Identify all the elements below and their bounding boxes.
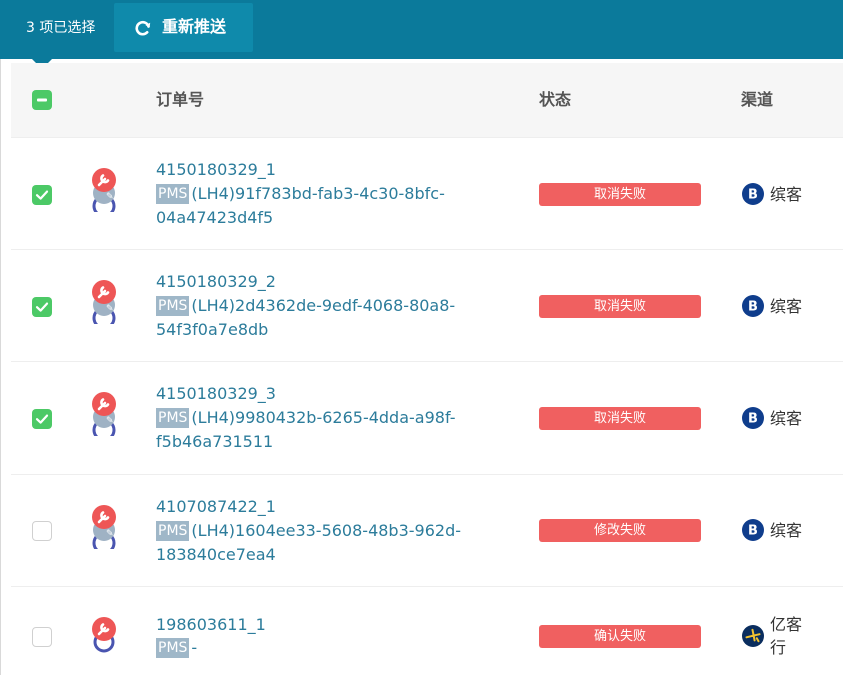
status-badge: 取消失败 — [539, 183, 701, 206]
svg-text:✎: ✎ — [106, 529, 114, 539]
channel-label: 亿客行 — [770, 615, 803, 657]
refresh-icon — [135, 20, 151, 36]
pms-badge: PMS — [156, 521, 190, 541]
booking-b-icon: B — [742, 295, 764, 317]
selection-count: 3 项已选择 — [26, 20, 96, 36]
pms-reference: PMS - — [156, 636, 496, 660]
svg-text:✎: ✎ — [106, 416, 114, 426]
status-badge: 修改失败 — [539, 519, 701, 542]
check-icon — [35, 190, 49, 200]
booking-b-icon: B — [742, 183, 764, 205]
row-checkbox[interactable] — [32, 409, 52, 429]
svg-text:✎: ✎ — [106, 304, 114, 314]
check-icon — [35, 302, 49, 312]
row-checkbox[interactable] — [32, 521, 52, 541]
status-badge: 取消失败 — [539, 407, 701, 430]
pms-badge: PMS — [156, 184, 190, 204]
select-all-checkbox[interactable] — [32, 90, 52, 110]
column-header-order-no[interactable]: 订单号 — [156, 89, 204, 111]
table-row[interactable]: ✎ 4107087422_1 PMS (LH4)1604ee33-5608-48b… — [11, 474, 843, 586]
status-badge: 取消失败 — [539, 295, 701, 318]
table-row[interactable]: 198603611_1 PMS - 确认失败 亿客行 — [11, 586, 843, 675]
pms-badge: PMS — [156, 408, 190, 428]
pms-reference-text: (LH4)9980432b-6265-4dda-a98f-f5b46a73151… — [156, 408, 456, 451]
pms-badge: PMS — [156, 638, 190, 658]
check-icon — [35, 414, 49, 424]
svg-text:B: B — [748, 188, 758, 203]
repush-button[interactable]: 重新推送 — [114, 3, 253, 52]
row-checkbox[interactable] — [32, 627, 52, 647]
status-badge: 确认失败 — [539, 625, 701, 648]
column-header-status[interactable]: 状态 — [539, 89, 571, 111]
booking-b-icon: B — [742, 407, 764, 429]
pms-reference-text: - — [191, 638, 198, 657]
table-row[interactable]: ✎ 4150180329_3 PMS (LH4)9980432b-6265-4dd… — [11, 361, 843, 474]
table-header: 订单号 状态 渠道 — [11, 63, 843, 137]
table-row[interactable]: ✎ 4150180329_2 PMS (LH4)2d4362de-9edf-406… — [11, 249, 843, 361]
channel-label: 缤客 — [770, 297, 803, 316]
order-number-link[interactable]: 4150180329_1 — [156, 158, 276, 182]
column-header-channel[interactable]: 渠道 — [741, 89, 773, 111]
integration-status-icon — [92, 617, 116, 653]
booking-b-icon: B — [742, 519, 764, 541]
integration-status-icon: ✎ — [92, 392, 116, 436]
pms-reference-text: (LH4)91f783bd-fab3-4c30-8bfc-04a47423d4f… — [156, 184, 445, 227]
row-checkbox[interactable] — [32, 297, 52, 317]
repush-button-label: 重新推送 — [162, 17, 227, 36]
pms-badge: PMS — [156, 296, 190, 316]
order-number-link[interactable]: 198603611_1 — [156, 613, 266, 637]
svg-text:✎: ✎ — [106, 192, 114, 202]
svg-text:B: B — [748, 412, 758, 427]
table-left-border — [0, 59, 1, 675]
order-number-link[interactable]: 4150180329_3 — [156, 382, 276, 406]
integration-status-icon: ✎ — [92, 168, 116, 212]
indeterminate-icon — [37, 98, 47, 102]
pms-reference: PMS (LH4)1604ee33-5608-48b3-962d-183840ce… — [156, 519, 496, 567]
order-number-link[interactable]: 4150180329_2 — [156, 270, 276, 294]
row-checkbox[interactable] — [32, 185, 52, 205]
svg-text:B: B — [748, 524, 758, 539]
pms-reference-text: (LH4)2d4362de-9edf-4068-80a8-54f3f0a7e8d… — [156, 296, 456, 339]
table-row[interactable]: ✎ 4150180329_1 PMS (LH4)91f783bd-fab3-4c3… — [11, 137, 843, 249]
pms-reference: PMS (LH4)9980432b-6265-4dda-a98f-f5b46a73… — [156, 406, 496, 454]
pms-reference: PMS (LH4)91f783bd-fab3-4c30-8bfc-04a47423… — [156, 182, 496, 230]
integration-status-icon: ✎ — [92, 505, 116, 549]
pms-reference: PMS (LH4)2d4362de-9edf-4068-80a8-54f3f0a7… — [156, 294, 496, 342]
channel-label: 缤客 — [770, 409, 803, 428]
selection-toolbar: 3 项已选择 重新推送 — [0, 0, 843, 59]
svg-text:B: B — [748, 300, 758, 315]
channel-label: 缤客 — [770, 521, 803, 540]
integration-status-icon: ✎ — [92, 280, 116, 324]
channel-label: 缤客 — [770, 185, 803, 204]
expedia-plane-icon — [742, 625, 764, 647]
order-number-link[interactable]: 4107087422_1 — [156, 495, 276, 519]
pms-reference-text: (LH4)1604ee33-5608-48b3-962d-183840ce7ea… — [156, 521, 461, 564]
